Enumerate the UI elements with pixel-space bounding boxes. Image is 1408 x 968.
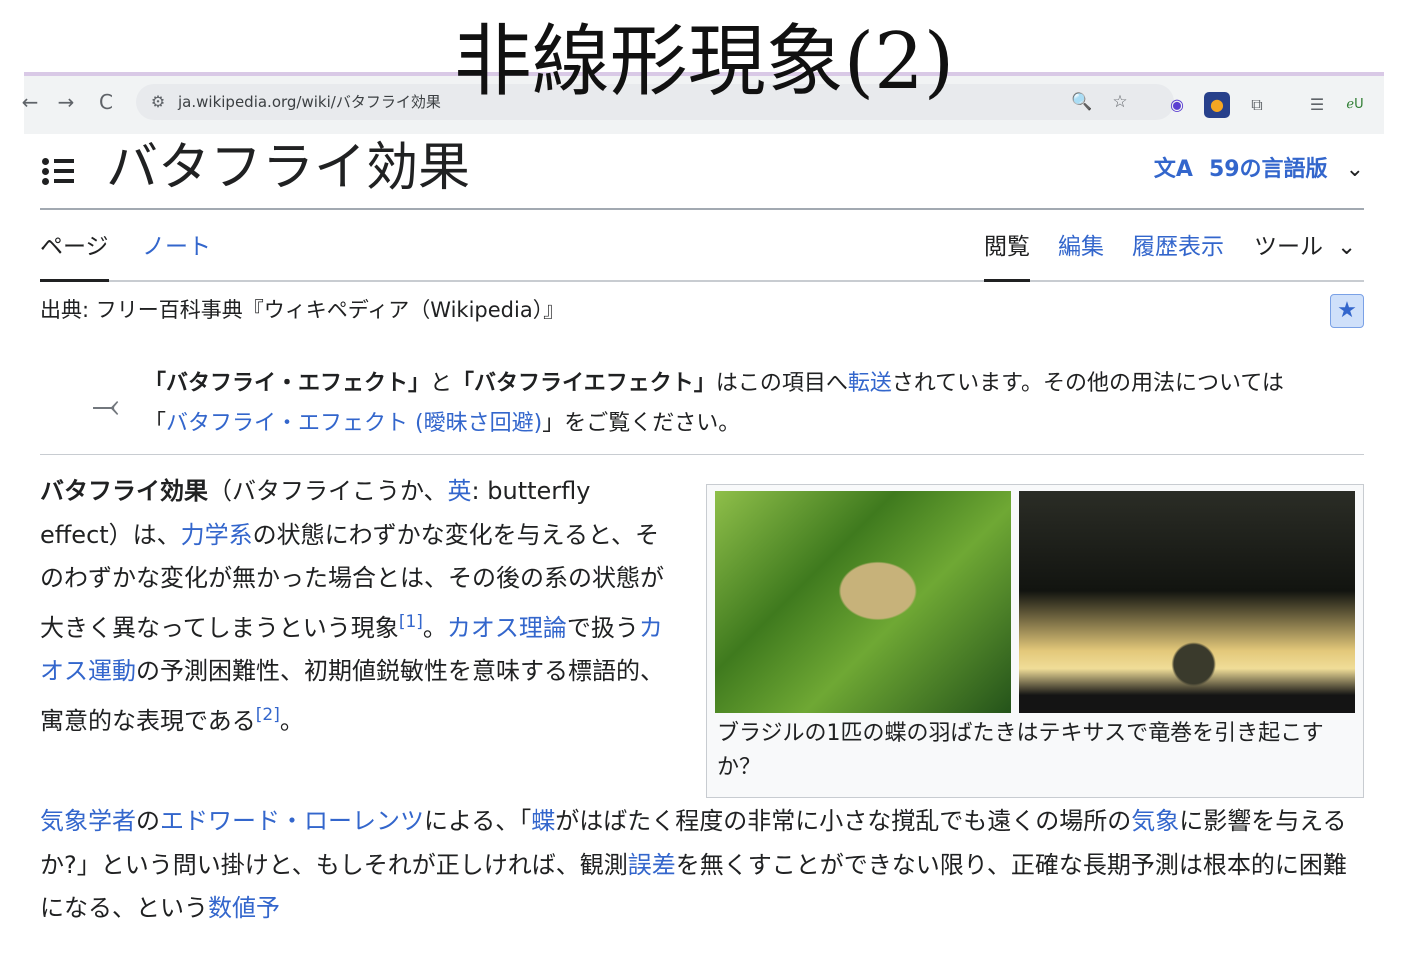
hatnote: ⤙ 「バタフライ・エフェクト」と「バタフライエフェクト」はこの項目へ転送されてい… [40, 364, 1364, 455]
tools-label: ツール [1254, 234, 1323, 260]
figure-box: ブラジルの1匹の蝶の羽ばたきはテキサスで竜巻を引き起こすか？ [706, 484, 1364, 798]
lead-term: バタフライ効果 [40, 477, 208, 505]
chevron-down-icon: ⌄ [1345, 157, 1364, 182]
p2-text-3: がはばたく程度の非常に小さな撹乱でも遠くの場所の [555, 807, 1132, 835]
p2-text-2: による、「 [424, 807, 532, 835]
link-dynamical-system[interactable]: 力学系 [181, 521, 253, 549]
tab-tools[interactable]: ツール ⌄ [1254, 232, 1356, 262]
tab-talk[interactable]: ノート [142, 232, 211, 262]
featured-star-icon[interactable]: ★ [1330, 294, 1364, 328]
tab-edit[interactable]: 編集 [1058, 232, 1104, 262]
translate-icon: 文A [1153, 157, 1193, 182]
language-button[interactable]: 文A 59の言語版 ⌄ [1154, 150, 1364, 190]
tornado-image[interactable] [1019, 491, 1355, 713]
hatnote-to: と [430, 371, 453, 396]
link-meteorologist[interactable]: 気象学者 [40, 807, 136, 835]
hatnote-mid: はこの項目へ [715, 371, 848, 396]
slide-title: 非線形現象(2) [453, 17, 955, 107]
link-weather[interactable]: 気象 [1131, 807, 1179, 835]
tab-history[interactable]: 履歴表示 [1132, 232, 1224, 262]
butterfly-image[interactable] [715, 491, 1011, 713]
link-redirect[interactable]: 転送 [848, 371, 892, 396]
hatnote-bold-1: 「バタフライ・エフェクト」 [144, 371, 431, 396]
ref-2[interactable]: [2] [256, 705, 280, 725]
link-disambiguation[interactable]: バタフライ・エフェクト (曖昧さ回避) [166, 411, 542, 436]
link-chaos-theory[interactable]: カオス理論 [447, 614, 567, 642]
tools-chevron-icon: ⌄ [1337, 234, 1357, 260]
link-numerical[interactable]: 数値予 [208, 894, 280, 922]
hatnote-end: 」をご覧ください。 [542, 411, 741, 436]
lead-text-3: で扱う [566, 613, 639, 642]
redirect-icon: ⤙ [92, 386, 120, 426]
link-lorenz[interactable]: エドワード・ローレンツ [160, 807, 424, 835]
ref-1[interactable]: [1] [399, 612, 423, 632]
link-butterfly[interactable]: 蝶 [531, 807, 555, 835]
lead-paragraph: バタフライ効果（バタフライこうか、英: butterfly effect）は、力… [40, 470, 672, 743]
link-english[interactable]: 英 [448, 477, 472, 505]
second-paragraph: 気象学者のエドワード・ローレンツによる、「蝶がはばたく程度の非常に小さな撹乱でも… [40, 800, 1364, 931]
page-title: バタフライ効果 [106, 138, 471, 198]
main-menu-icon[interactable] [40, 156, 76, 186]
wiki-page: バタフライ効果 文A 59の言語版 ⌄ ページ ノート 閲覧 編集 履歴表示 ツール… [40, 132, 1364, 922]
lead-text-2: 。 [422, 613, 447, 642]
lead-reading: （バタフライこうか、 [208, 477, 448, 505]
p2-text-1: の [136, 807, 160, 835]
link-error[interactable]: 誤差 [628, 851, 676, 879]
title-row: バタフライ効果 文A 59の言語版 ⌄ [40, 132, 1364, 210]
language-count: 59の言語版 [1208, 157, 1328, 182]
tab-read[interactable]: 閲覧 [984, 232, 1030, 282]
hatnote-bold-2: 「バタフライエフェクト」 [452, 371, 716, 396]
hatnote-text: 「バタフライ・エフェクト」と「バタフライエフェクト」はこの項目へ転送されています… [144, 364, 1324, 444]
figure-caption: ブラジルの1匹の蝶の羽ばたきはテキサスで竜巻を引き起こすか？ [717, 721, 1324, 780]
tab-page[interactable]: ページ [40, 232, 109, 282]
source-line: 出典: フリー百科事典『ウィキペディア（Wikipedia）』 [40, 298, 565, 322]
page-tabs: ページ ノート 閲覧 編集 履歴表示 ツール ⌄ [40, 210, 1364, 282]
lead-text-5: 。 [279, 706, 304, 735]
